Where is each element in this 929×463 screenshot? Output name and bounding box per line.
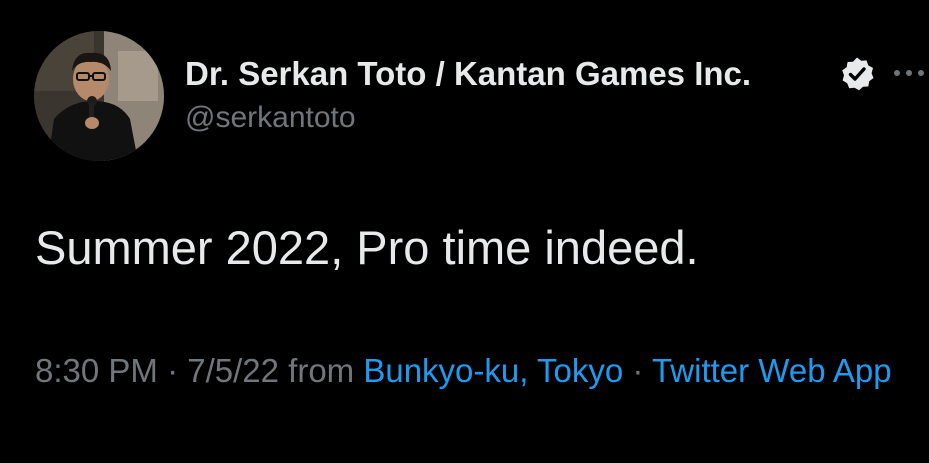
location-link[interactable]: Bunkyo-ku, Tokyo <box>363 352 623 389</box>
tweet-text: Summer 2022, Pro time indeed. <box>35 221 699 274</box>
tweet-time[interactable]: 8:30 PM <box>35 352 158 389</box>
meta-separator: · <box>167 352 179 389</box>
author-handle[interactable]: @serkantoto <box>185 101 356 135</box>
from-label: from <box>288 352 355 389</box>
more-options-icon[interactable] <box>890 58 929 88</box>
tweet-meta: 8:30 PM · 7/5/22 from Bunkyo-ku, Tokyo ·… <box>35 347 915 395</box>
tweet-date[interactable]: 7/5/22 <box>187 352 279 389</box>
source-link[interactable]: Twitter Web App <box>652 352 892 389</box>
meta-separator: · <box>632 352 644 389</box>
verified-badge-icon <box>839 56 875 92</box>
author-avatar[interactable] <box>34 31 164 161</box>
author-display-name[interactable]: Dr. Serkan Toto / Kantan Games Inc. <box>185 55 751 93</box>
avatar-photo <box>34 31 164 161</box>
